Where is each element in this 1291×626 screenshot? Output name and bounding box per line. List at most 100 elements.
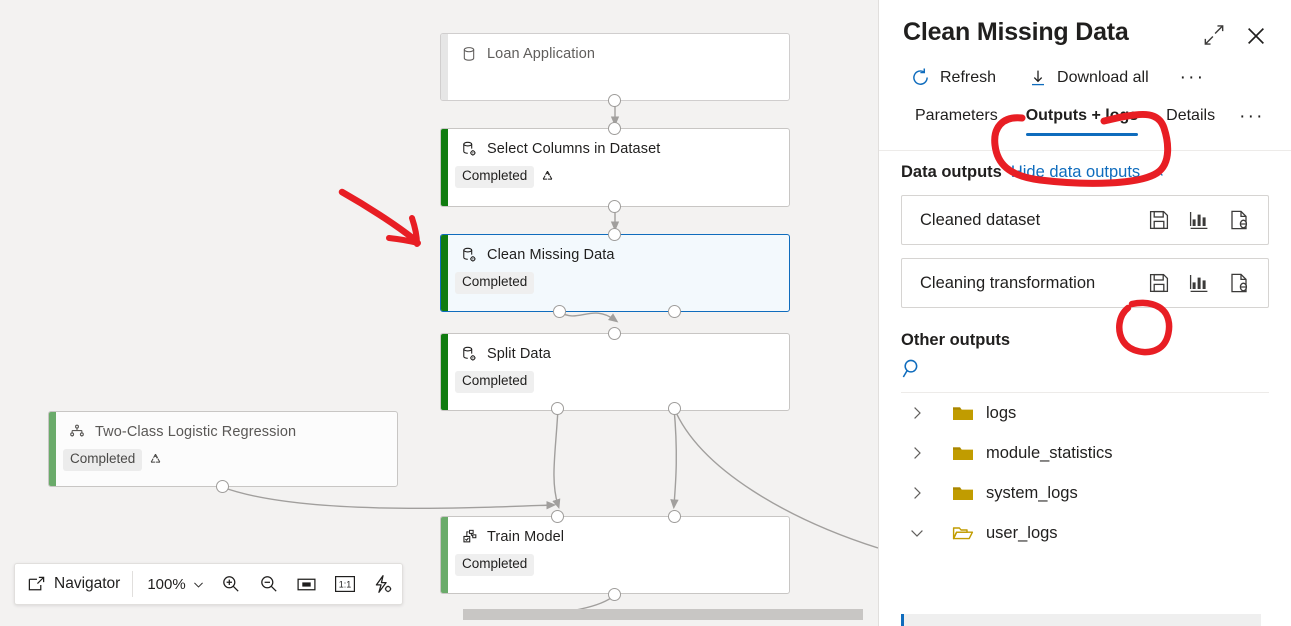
module-details-panel[interactable]: Clean Missing Data Refresh Download all … [878,0,1291,626]
auto-layout-button[interactable] [364,564,402,604]
node-port-out-right[interactable] [668,305,681,318]
refresh-button[interactable]: Refresh [901,63,1005,92]
chevron-right-icon[interactable] [909,485,925,501]
zoom-level-dropdown[interactable] [186,564,212,604]
folder-closed-icon [953,487,973,500]
node-port-in[interactable] [608,122,621,135]
node-status-accent [49,412,56,486]
save-icon[interactable] [1148,272,1170,294]
navigator-label: Navigator [54,575,121,592]
tree-item-selected-partial[interactable] [901,614,1261,626]
navigator-button[interactable]: Navigator [15,564,132,604]
dataset-icon [463,47,475,61]
pipeline-node-train-model[interactable]: Train Model Completed [440,516,790,594]
node-port-in[interactable] [608,228,621,241]
node-port-in-right[interactable] [668,510,681,523]
hide-data-outputs-link[interactable]: Hide data outputs [1011,163,1140,182]
visualize-icon[interactable] [1188,209,1210,231]
module-icon [463,141,476,156]
expand-icon[interactable] [1201,22,1227,48]
node-status-accent [441,517,448,593]
data-output-row-cleaning-transformation[interactable]: Cleaning transformation [901,258,1269,308]
data-outputs-heading: Data outputs [901,163,1002,181]
zoom-level-value[interactable]: 100% [133,576,185,593]
node-port-in-left[interactable] [551,510,564,523]
zoom-out-icon [260,576,277,592]
node-port-in[interactable] [608,327,621,340]
tab-outputs-logs[interactable]: Outputs + logs [1012,104,1152,136]
node-port-out[interactable] [608,200,621,213]
canvas-horizontal-scrollbar[interactable] [463,609,863,620]
selection-indicator [901,614,904,626]
train-model-icon [463,529,477,543]
page-title: Clean Missing Data [903,18,1129,46]
node-port-out-left[interactable] [551,402,564,415]
pipeline-node-loan-application[interactable]: Loan Application [440,33,790,101]
data-output-label: Cleaning transformation [920,273,1096,292]
folder-open-icon [952,527,974,540]
tabs-overflow-button[interactable]: ··· [1229,107,1275,136]
panel-overflow-button[interactable]: ··· [1170,68,1216,87]
other-outputs-heading: Other outputs [901,331,1011,349]
fit-to-screen-button[interactable] [288,564,326,604]
tab-label: Parameters [915,107,998,124]
node-title: Train Model [487,529,565,545]
data-outputs-header: Data outputs Hide data outputs [879,136,1291,182]
register-dataset-icon[interactable] [1228,272,1250,294]
chevron-right-icon[interactable] [909,405,925,421]
tab-details[interactable]: Details [1152,104,1229,136]
zoom-out-button[interactable] [250,564,288,604]
pipeline-canvas[interactable]: Loan Application Select Columns in Datas… [0,0,878,626]
download-all-button[interactable]: Download all [1019,64,1158,92]
auto-layout-icon [375,574,392,593]
actual-size-icon: 1:1 [334,576,355,593]
tree-item-system-logs[interactable]: system_logs [879,473,1291,513]
node-port-out[interactable] [608,94,621,107]
svg-text:1:1: 1:1 [338,579,351,589]
download-icon [1032,70,1045,85]
tree-item-label: system_logs [986,483,1078,502]
refresh-icon [913,68,928,85]
other-outputs-search[interactable] [879,350,1291,387]
node-status-badge: Completed [455,166,535,188]
actual-size-button[interactable]: 1:1 [326,564,364,604]
data-output-row-cleaned-dataset[interactable]: Cleaned dataset [901,195,1269,245]
chevron-up-icon[interactable] [1149,165,1165,181]
node-port-out-left[interactable] [553,305,566,318]
search-icon[interactable] [899,356,925,382]
tab-active-underline [1025,133,1139,136]
tab-label: Details [1166,107,1216,124]
chevron-right-icon[interactable] [909,445,925,461]
pipeline-node-select-columns-in-dataset[interactable]: Select Columns in Dataset Completed [440,128,790,207]
pipeline-node-split-data[interactable]: Split Data Completed [440,333,790,411]
node-title: Loan Application [487,46,596,62]
tree-item-user-logs[interactable]: user_logs [879,513,1291,553]
chevron-down-icon [194,582,204,588]
tree-item-label: module_statistics [986,443,1113,462]
close-icon[interactable] [1243,23,1269,49]
save-icon[interactable] [1148,209,1170,231]
tree-item-module-statistics[interactable]: module_statistics [879,433,1291,473]
node-port-out[interactable] [608,588,621,601]
pipeline-node-clean-missing-data[interactable]: Clean Missing Data Completed [440,234,790,312]
tree-item-label: user_logs [986,523,1058,542]
folder-closed-icon [953,407,973,420]
chevron-down-icon[interactable] [909,525,925,541]
canvas-toolbar[interactable]: Navigator 100% 1:1 [14,563,403,605]
node-port-out[interactable] [216,480,229,493]
register-dataset-icon[interactable] [1228,209,1250,231]
panel-tabs[interactable]: Parameters Outputs + logs Details ··· [879,92,1291,136]
visualize-icon[interactable] [1188,272,1210,294]
tree-item-logs[interactable]: logs [879,393,1291,433]
node-port-out-right[interactable] [668,402,681,415]
node-status-accent [441,129,448,206]
zoom-in-button[interactable] [212,564,250,604]
pipeline-node-two-class-logistic-regression[interactable]: Two-Class Logistic Regression Completed [48,411,398,487]
node-status-badge: Completed [455,554,535,576]
other-outputs-header: Other outputs [879,308,1291,350]
tab-parameters[interactable]: Parameters [901,104,1012,136]
node-title: Split Data [487,346,551,362]
refresh-label: Refresh [940,68,997,86]
reuse-icon [151,454,161,464]
panel-command-bar[interactable]: Refresh Download all ··· [879,49,1291,92]
